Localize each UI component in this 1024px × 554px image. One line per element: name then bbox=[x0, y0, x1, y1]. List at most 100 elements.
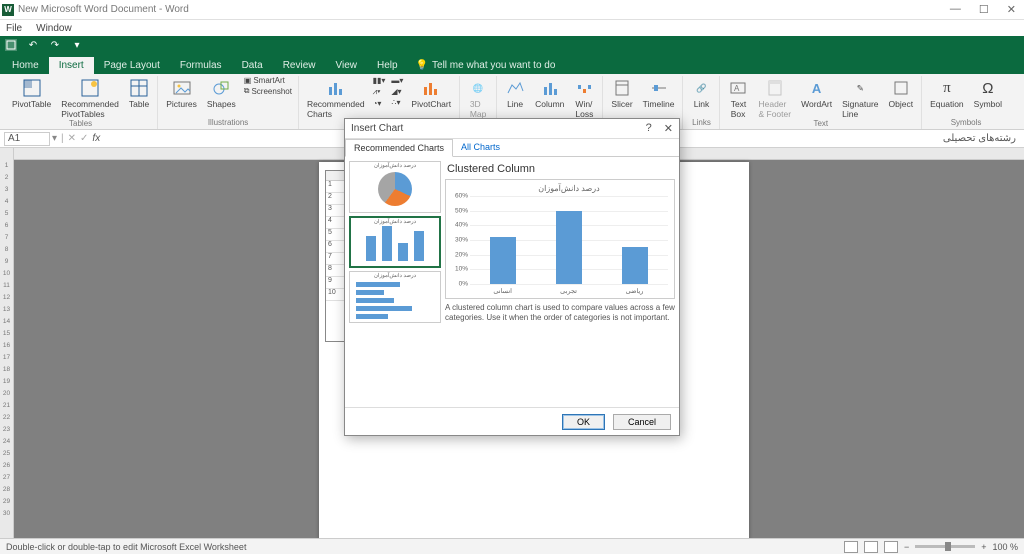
link-button[interactable]: 🔗Link bbox=[689, 76, 713, 109]
namebox-dropdown-icon[interactable]: ▾ bbox=[52, 133, 57, 144]
dialog-tabs: Recommended Charts All Charts bbox=[345, 139, 679, 157]
equation-button[interactable]: πEquation bbox=[928, 76, 966, 109]
screenshot-button[interactable]: ⧉Screenshot bbox=[244, 86, 292, 96]
cancel-button[interactable]: Cancel bbox=[613, 414, 671, 430]
cancel-fx-icon[interactable]: ✕ bbox=[68, 133, 76, 144]
chart-preview-pane: Clustered Column درصد دانش‌آموزان 0%10%2… bbox=[445, 161, 675, 403]
qat-customize-icon[interactable]: ▾ bbox=[70, 38, 84, 52]
signature-button[interactable]: ✎Signature Line bbox=[840, 76, 880, 119]
symbol-icon: Ω bbox=[978, 78, 998, 98]
sparkline-column-button[interactable]: Column bbox=[533, 76, 566, 119]
close-button[interactable]: ✕ bbox=[1007, 3, 1016, 16]
zoom-out-button[interactable]: − bbox=[904, 542, 909, 552]
pivotchart-button[interactable]: PivotChart bbox=[409, 76, 453, 119]
chart-bar-mini[interactable]: ▬▾ bbox=[391, 76, 403, 85]
chart-area-mini[interactable]: ◢▾ bbox=[391, 87, 403, 96]
tab-view[interactable]: View bbox=[325, 57, 367, 74]
view-normal-button[interactable] bbox=[844, 541, 858, 553]
slicer-icon bbox=[612, 78, 632, 98]
sparkline-line-icon bbox=[505, 78, 525, 98]
sparkline-column-icon bbox=[540, 78, 560, 98]
dialog-title: Insert Chart bbox=[351, 123, 403, 134]
chart-thumbnails: درصد دانش‌آموزان درصد دانش‌آموزان درصد د… bbox=[349, 161, 441, 403]
tab-review[interactable]: Review bbox=[273, 57, 326, 74]
equation-icon: π bbox=[937, 78, 957, 98]
tab-all-charts[interactable]: All Charts bbox=[453, 139, 508, 156]
fx-icon[interactable]: fx bbox=[92, 133, 100, 144]
table-button[interactable]: Table bbox=[127, 76, 151, 119]
thumb-clustered-bar[interactable]: درصد دانش‌آموزان bbox=[349, 271, 441, 323]
tab-page-layout[interactable]: Page Layout bbox=[94, 57, 170, 74]
chart-line-mini[interactable]: ⩘▾ bbox=[373, 87, 386, 97]
minimize-button[interactable]: — bbox=[950, 3, 961, 16]
dialog-help-button[interactable]: ? bbox=[646, 122, 652, 135]
name-box[interactable]: A1 bbox=[4, 132, 50, 146]
tab-recommended-charts[interactable]: Recommended Charts bbox=[345, 139, 453, 157]
chart-column-mini[interactable]: ▮▮▾ bbox=[373, 76, 386, 85]
view-pagelayout-button[interactable] bbox=[864, 541, 878, 553]
tab-help[interactable]: Help bbox=[367, 57, 408, 74]
zoom-value[interactable]: 100 % bbox=[992, 542, 1018, 552]
menu-window[interactable]: Window bbox=[36, 23, 72, 34]
chart-pie-mini[interactable]: ◔▾ bbox=[373, 99, 386, 108]
timeline-icon bbox=[649, 78, 669, 98]
chart-scatter-mini[interactable]: ∴▾ bbox=[391, 98, 403, 107]
view-pagebreak-button[interactable] bbox=[884, 541, 898, 553]
group-text: AText Box Header & Footer AWordArt ✎Sign… bbox=[720, 76, 922, 129]
menu-file[interactable]: File bbox=[6, 23, 22, 34]
sparkline-winloss-button[interactable]: Win/ Loss bbox=[572, 76, 596, 119]
chart-type-title: Clustered Column bbox=[447, 163, 675, 175]
thumb-clustered-column[interactable]: درصد دانش‌آموزان bbox=[349, 216, 441, 268]
enter-fx-icon[interactable]: ✓ bbox=[80, 133, 88, 144]
chart-title: درصد دانش‌آموزان bbox=[468, 184, 670, 193]
screenshot-icon: ⧉ bbox=[244, 86, 250, 96]
pivottable-button[interactable]: PivotTable bbox=[10, 76, 53, 119]
undo-icon[interactable]: ↶ bbox=[26, 38, 40, 52]
timeline-button[interactable]: Timeline bbox=[641, 76, 677, 109]
group-links-label: Links bbox=[692, 118, 711, 129]
wordart-button[interactable]: AWordArt bbox=[799, 76, 834, 119]
object-button[interactable]: Object bbox=[887, 76, 916, 119]
zoom-in-button[interactable]: + bbox=[981, 542, 986, 552]
chart-bar bbox=[556, 211, 582, 284]
header-footer-button[interactable]: Header & Footer bbox=[756, 76, 793, 119]
maximize-button[interactable]: ☐ bbox=[979, 3, 989, 16]
pictures-button[interactable]: Pictures bbox=[164, 76, 199, 109]
status-message: Double-click or double-tap to edit Micro… bbox=[6, 542, 246, 552]
tab-insert[interactable]: Insert bbox=[49, 57, 94, 74]
tab-formulas[interactable]: Formulas bbox=[170, 57, 232, 74]
textbox-button[interactable]: AText Box bbox=[726, 76, 750, 119]
smartart-button[interactable]: ▣SmartArt bbox=[244, 76, 292, 85]
headerfooter-icon bbox=[765, 78, 785, 98]
tab-data[interactable]: Data bbox=[232, 57, 273, 74]
recommended-pivottables-button[interactable]: Recommended PivotTables bbox=[59, 76, 121, 119]
tell-me[interactable]: 💡 Tell me what you want to do bbox=[408, 57, 564, 74]
textbox-icon: A bbox=[728, 78, 748, 98]
link-icon: 🔗 bbox=[691, 78, 711, 98]
pivotchart-icon bbox=[421, 78, 441, 98]
chart-preview[interactable]: درصد دانش‌آموزان 0%10%20%30%40%50%60%انس… bbox=[445, 179, 675, 299]
signature-icon: ✎ bbox=[850, 78, 870, 98]
redo-icon[interactable]: ↷ bbox=[48, 38, 62, 52]
app-title: New Microsoft Word Document - Word bbox=[18, 4, 189, 15]
dialog-footer: OK Cancel bbox=[345, 407, 679, 435]
globe-icon: 🌐 bbox=[468, 78, 488, 98]
tell-me-label: Tell me what you want to do bbox=[432, 60, 555, 71]
zoom-slider[interactable] bbox=[915, 545, 975, 548]
titlebar: W New Microsoft Word Document - Word — ☐… bbox=[0, 0, 1024, 20]
tab-home[interactable]: Home bbox=[2, 57, 49, 74]
wordart-icon: A bbox=[807, 78, 827, 98]
sparkline-line-button[interactable]: Line bbox=[503, 76, 527, 119]
slicer-button[interactable]: Slicer bbox=[609, 76, 634, 109]
symbol-button[interactable]: ΩSymbol bbox=[972, 76, 1004, 109]
3dmap-button[interactable]: 🌐3D Map bbox=[466, 76, 490, 119]
group-illustrations: Pictures Shapes ▣SmartArt ⧉Screenshot Il… bbox=[158, 76, 299, 129]
thumb-pie[interactable]: درصد دانش‌آموزان bbox=[349, 161, 441, 213]
chart-bar bbox=[490, 237, 516, 284]
ok-button[interactable]: OK bbox=[562, 414, 605, 430]
recommended-charts-button[interactable]: Recommended Charts bbox=[305, 76, 367, 119]
pivottable-icon bbox=[22, 78, 42, 98]
save-icon[interactable] bbox=[4, 38, 18, 52]
shapes-button[interactable]: Shapes bbox=[205, 76, 238, 109]
dialog-close-button[interactable]: ✕ bbox=[664, 122, 673, 135]
